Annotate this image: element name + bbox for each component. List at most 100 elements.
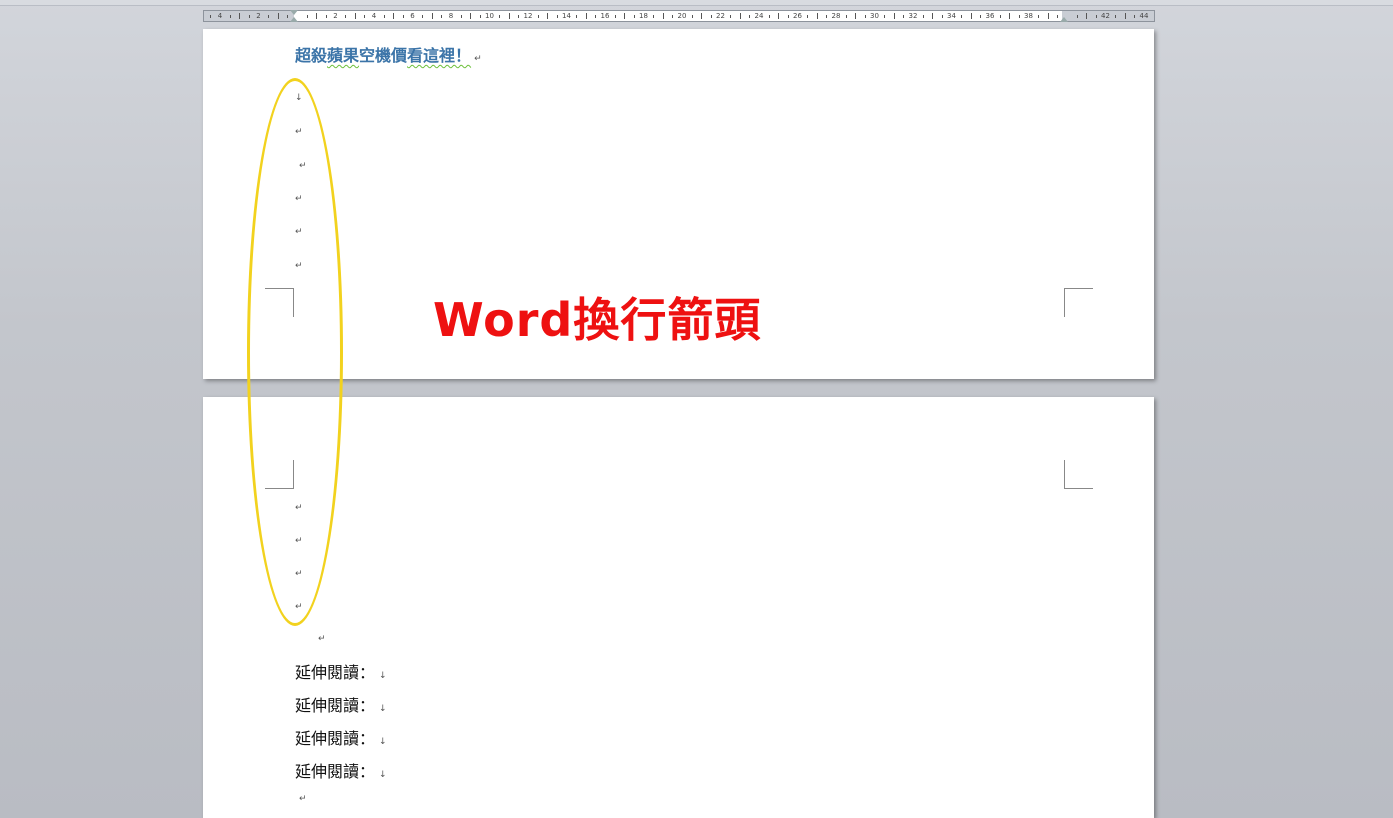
ruler-tick xyxy=(864,15,866,18)
ruler-tick xyxy=(354,13,356,19)
ruler-tick xyxy=(576,15,578,18)
ruler-tick xyxy=(1086,13,1088,19)
ruler-tick xyxy=(816,13,818,19)
line-break-mark: ↓ xyxy=(379,671,387,681)
ruler-tick xyxy=(1009,13,1011,19)
document-heading[interactable]: 超殺蘋果空機價看這裡！ ↵ xyxy=(295,42,482,66)
paragraph-mark: ↵ xyxy=(318,634,326,644)
ruler-tick xyxy=(402,15,404,18)
ruler-tick xyxy=(653,15,655,18)
ruler-tick xyxy=(855,13,857,19)
ruler-tick xyxy=(1095,15,1097,18)
ruler-tick xyxy=(248,15,250,18)
ruler-tick xyxy=(672,15,674,18)
ruler-tick xyxy=(807,15,809,18)
document-page-2[interactable]: ↵ ↵ ↵ ↵ ↵ 延伸閱讀： ↓ 延伸閱讀： ↓ 延伸閱讀： ↓ 延伸閱讀： ↓ ↵ xyxy=(203,397,1154,818)
hanging-indent-marker[interactable] xyxy=(290,17,298,22)
ruler-number: 2 xyxy=(256,12,261,20)
page-margin-corner xyxy=(1064,288,1093,317)
highlight-ellipse xyxy=(247,78,343,626)
ruler-tick xyxy=(1115,15,1117,18)
ruler-number: 10 xyxy=(485,12,494,20)
reading-line[interactable]: 延伸閱讀： ↓ xyxy=(295,692,387,716)
annotation-label: Word換行箭頭 xyxy=(433,293,762,347)
reading-line[interactable]: 延伸閱讀： ↓ xyxy=(295,725,387,749)
reading-label: 延伸閱讀： xyxy=(295,663,376,682)
ruler-tick xyxy=(961,15,963,18)
ruler-number: 16 xyxy=(600,12,610,20)
ruler-number: 22 xyxy=(716,12,725,20)
ruler-tick xyxy=(922,15,924,18)
ruler-tick xyxy=(287,15,289,18)
window-top-edge xyxy=(0,0,1393,6)
ruler-tick xyxy=(508,13,510,19)
ruler-number: 8 xyxy=(448,12,454,20)
horizontal-ruler[interactable]: 4 2 2 4 6 8 10 12 14 16 18 20 22 24 26 28 30 32 34 36 38 42 44 xyxy=(203,10,1155,22)
reading-line[interactable]: 延伸閱讀： ↓ xyxy=(295,758,387,782)
ruler-tick xyxy=(941,15,943,18)
ruler-tick xyxy=(1057,15,1059,18)
ruler-tick xyxy=(556,15,558,18)
ruler-tick xyxy=(239,13,241,19)
ruler-number: 38 xyxy=(1024,12,1033,20)
first-line-indent-marker[interactable] xyxy=(290,10,298,15)
ruler-number: 34 xyxy=(947,12,956,20)
ruler-tick xyxy=(1076,15,1078,18)
ruler-tick xyxy=(845,15,847,18)
ruler-tick xyxy=(691,15,693,18)
ruler-tick xyxy=(624,13,626,19)
ruler-tick xyxy=(499,15,501,18)
ruler-tick xyxy=(903,15,905,18)
ruler-number: 18 xyxy=(639,12,648,20)
ruler-tick xyxy=(345,15,347,18)
ruler-tick xyxy=(1047,13,1049,19)
ruler-tick xyxy=(277,13,279,19)
reading-line[interactable]: 延伸閱讀： ↓ xyxy=(295,659,387,683)
ruler-tick xyxy=(739,13,741,19)
ruler-tick xyxy=(431,13,433,19)
reading-label: 延伸閱讀： xyxy=(295,729,376,748)
ruler-tick xyxy=(518,15,520,18)
ruler-tick xyxy=(268,15,270,18)
ruler-tick xyxy=(826,15,828,18)
ruler-tick xyxy=(383,15,385,18)
ruler-tick xyxy=(547,13,549,19)
reading-label: 延伸閱讀： xyxy=(295,696,376,715)
reading-label: 延伸閱讀： xyxy=(295,762,376,781)
paragraph-mark: ↵ xyxy=(299,794,307,804)
ruler-tick xyxy=(999,15,1001,18)
ruler-tick xyxy=(980,15,982,18)
ruler-tick xyxy=(749,15,751,18)
ruler-number: 6 xyxy=(410,12,415,20)
ruler-tick xyxy=(393,13,395,19)
ruler-tick xyxy=(325,15,327,18)
ruler-number: 30 xyxy=(870,12,879,20)
paragraph-mark: ↵ xyxy=(474,54,482,64)
line-break-mark: ↓ xyxy=(379,704,387,714)
ruler-tick xyxy=(787,15,789,18)
ruler-tick xyxy=(768,15,770,18)
ruler-tick xyxy=(633,15,635,18)
ruler-number: 2 xyxy=(333,12,338,20)
heading-text-1: 超殺 xyxy=(295,46,328,65)
ruler-tick xyxy=(422,15,424,18)
ruler-tick xyxy=(1018,15,1020,18)
right-indent-marker[interactable] xyxy=(1060,17,1068,22)
ruler-number: 12 xyxy=(523,12,533,20)
ruler-tick xyxy=(364,15,366,18)
heading-text-4: 看這裡！ xyxy=(407,46,472,65)
heading-text-2: 蘋果 xyxy=(327,46,360,65)
ruler-tick xyxy=(229,15,231,18)
ruler-tick xyxy=(893,13,895,19)
ruler-tick xyxy=(537,15,539,18)
ruler-tick xyxy=(884,15,886,18)
ruler-tick xyxy=(585,13,587,19)
ruler-tick xyxy=(701,13,703,19)
ruler-tick xyxy=(730,15,732,18)
ruler-tick xyxy=(1134,15,1136,18)
ruler-tick xyxy=(970,13,972,19)
page-margin-corner xyxy=(1064,460,1093,489)
ruler-number: 4 xyxy=(371,12,377,20)
ruler-number: 4 xyxy=(217,12,223,20)
ruler-tick xyxy=(316,13,318,19)
